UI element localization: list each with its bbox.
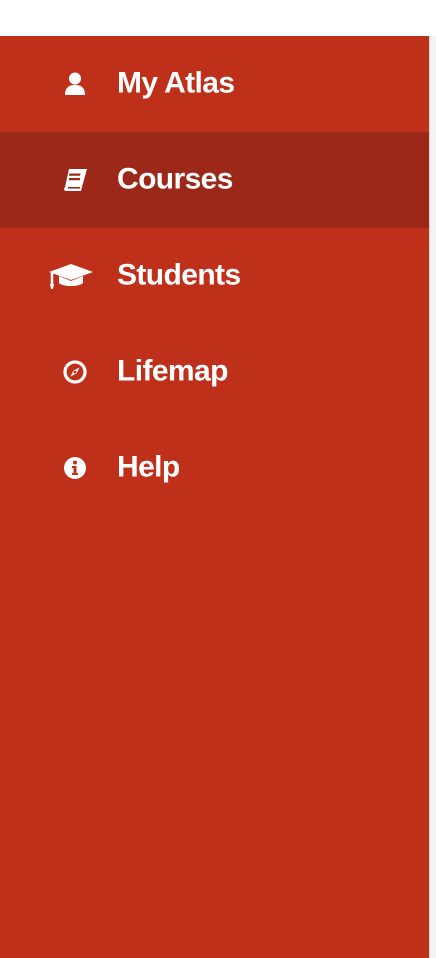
app-window: My Atlas Courses Students Lifemap Help xyxy=(0,0,436,958)
sidebar-item-help[interactable]: Help xyxy=(0,420,429,516)
graduation-cap-icon xyxy=(48,261,94,291)
sidebar-nav: My Atlas Courses Students Lifemap Help xyxy=(0,36,429,958)
main-content-area xyxy=(429,36,436,958)
sidebar-item-lifemap[interactable]: Lifemap xyxy=(0,324,429,420)
book-icon xyxy=(52,165,98,195)
content-divider xyxy=(429,36,430,958)
sidebar-item-courses[interactable]: Courses xyxy=(0,132,429,228)
sidebar-item-students[interactable]: Students xyxy=(0,228,429,324)
user-icon xyxy=(52,69,98,99)
sidebar-item-label: My Atlas xyxy=(117,66,235,100)
sidebar-item-label: Help xyxy=(117,450,180,484)
top-bar xyxy=(0,0,436,36)
compass-icon xyxy=(52,357,98,387)
info-circle-icon xyxy=(52,453,98,483)
sidebar-item-label: Students xyxy=(117,258,241,292)
sidebar-item-label: Lifemap xyxy=(117,354,228,388)
sidebar-item-label: Courses xyxy=(117,162,233,196)
sidebar-item-my-atlas[interactable]: My Atlas xyxy=(0,36,429,132)
